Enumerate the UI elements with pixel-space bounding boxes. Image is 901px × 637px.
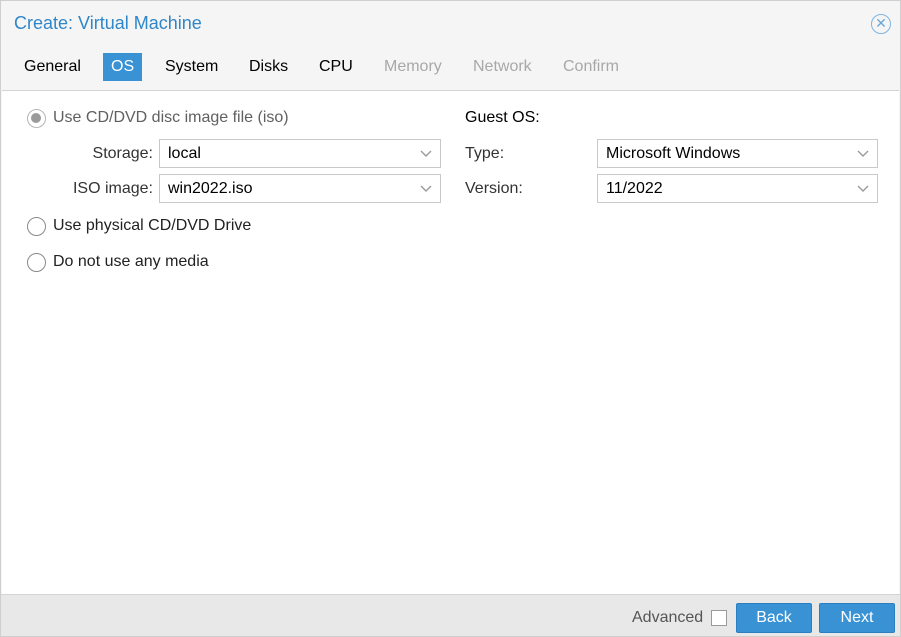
version-label: Version: <box>465 180 523 197</box>
version-select[interactable]: 11/2022 <box>597 174 878 203</box>
wizard-tabs: General OS System Disks CPU Memory Netwo… <box>1 53 900 83</box>
version-value: 11/2022 <box>606 180 663 197</box>
iso-image-select[interactable]: win2022.iso <box>159 174 441 203</box>
guest-os-heading: Guest OS: <box>465 109 540 126</box>
radio-iso-label: Use CD/DVD disc image file (iso) <box>53 109 289 126</box>
chevron-down-icon <box>857 150 869 157</box>
storage-value: local <box>168 145 201 162</box>
chevron-down-icon <box>857 185 869 192</box>
tab-confirm: Confirm <box>563 58 620 75</box>
chevron-down-icon <box>420 150 432 157</box>
dialog-titlebar: Create: Virtual Machine ✕ <box>1 1 900 47</box>
advanced-label: Advanced <box>632 609 704 626</box>
radio-physical[interactable] <box>27 217 46 236</box>
tab-disks[interactable]: Disks <box>241 53 296 81</box>
type-value: Microsoft Windows <box>606 145 741 162</box>
dialog-title: Create: Virtual Machine <box>14 13 202 33</box>
radio-none-label: Do not use any media <box>53 253 209 270</box>
tab-network: Network <box>473 58 532 75</box>
dialog-footer: Advanced Back Next <box>1 594 900 636</box>
next-button[interactable]: Next <box>819 603 895 633</box>
tab-memory: Memory <box>384 58 442 75</box>
type-label: Type: <box>465 145 505 162</box>
close-icon[interactable]: ✕ <box>871 14 891 34</box>
advanced-checkbox[interactable] <box>711 610 727 626</box>
iso-image-value: win2022.iso <box>168 180 253 197</box>
chevron-down-icon <box>420 185 432 192</box>
radio-iso[interactable] <box>27 109 46 128</box>
tab-system[interactable]: System <box>157 53 226 81</box>
storage-select[interactable]: local <box>159 139 441 168</box>
back-button[interactable]: Back <box>736 603 812 633</box>
iso-image-label: ISO image: <box>72 180 153 197</box>
tab-cpu[interactable]: CPU <box>311 53 361 81</box>
radio-none[interactable] <box>27 253 46 272</box>
type-select[interactable]: Microsoft Windows <box>597 139 878 168</box>
create-vm-dialog: Create: Virtual Machine ✕ General OS Sys… <box>0 0 901 637</box>
storage-label: Storage: <box>92 145 153 162</box>
tab-general[interactable]: General <box>16 53 89 81</box>
radio-physical-label: Use physical CD/DVD Drive <box>53 217 252 234</box>
tab-os[interactable]: OS <box>103 53 143 81</box>
os-panel: Use CD/DVD disc image file (iso) Storage… <box>2 90 899 594</box>
